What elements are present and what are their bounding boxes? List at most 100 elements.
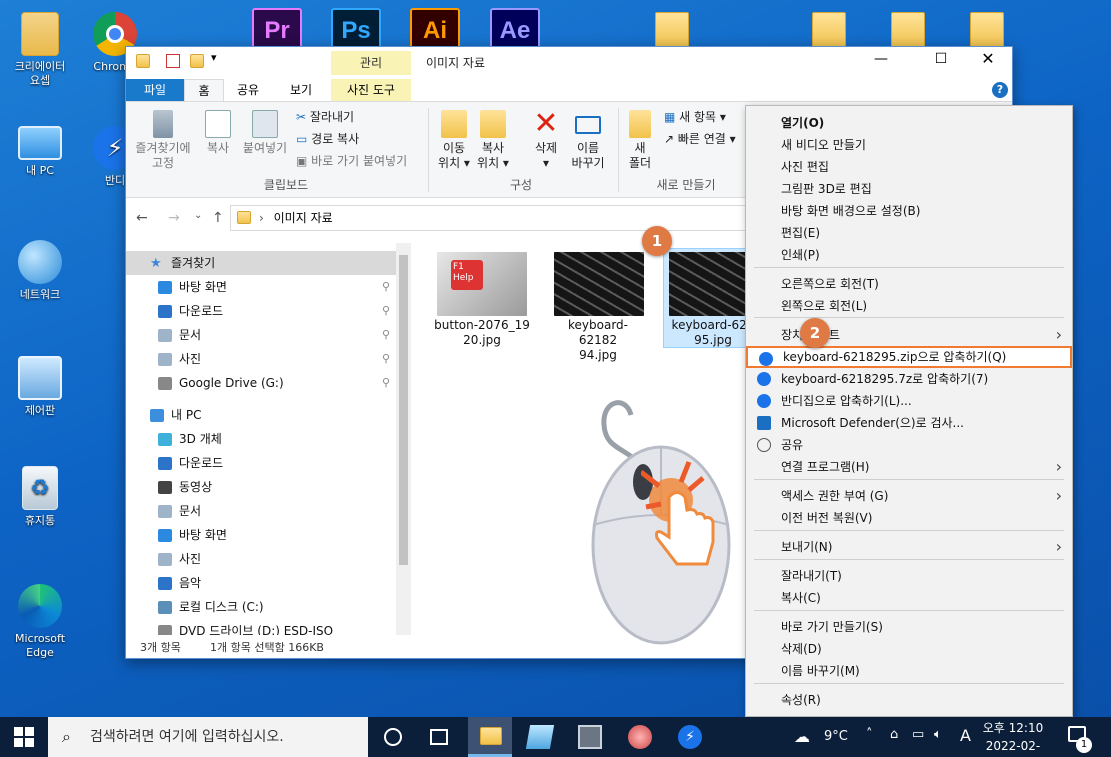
nav-item[interactable]: DVD 드라이브 (D:) ESD-ISO (126, 619, 396, 635)
context-menu-item[interactable]: 잘라내기(T) (746, 565, 1072, 587)
quick-access-properties-icon[interactable] (166, 54, 180, 68)
nav-item[interactable]: 3D 개체 (126, 427, 396, 451)
context-menu-item[interactable]: 바로 가기 만들기(S) (746, 616, 1072, 638)
file-name[interactable]: button-2076_19 20.jpg (434, 318, 530, 348)
calculator-taskbar-icon[interactable] (578, 725, 602, 749)
forward-button[interactable]: → (168, 210, 180, 226)
context-menu-item[interactable]: 삭제(D) (746, 638, 1072, 660)
tab-view[interactable]: 보기 (281, 79, 321, 101)
context-menu-item[interactable]: 연결 프로그램(H) › (746, 456, 1072, 478)
cortana-button[interactable] (384, 728, 402, 746)
context-menu-item[interactable]: 편집(E) (746, 222, 1072, 244)
context-menu-item[interactable]: 공유 (746, 434, 1072, 456)
context-menu-item[interactable]: 왼쪽으로 회전(L) (746, 295, 1072, 317)
desktop-folder-icon[interactable] (812, 12, 846, 50)
tab-home[interactable]: 홈 (184, 79, 224, 102)
tab-file[interactable]: 파일 (126, 79, 184, 101)
tray-meet-icon[interactable]: ⌂ (890, 727, 898, 742)
context-menu-item[interactable]: keyboard-6218295.7z로 압축하기(7) (746, 368, 1072, 390)
desktop-icon-network[interactable]: 네트워크 (5, 240, 75, 302)
taskbar-search-box[interactable]: ⌕ 검색하려면 여기에 입력하십시오. (48, 717, 368, 757)
nav-item[interactable]: 사진 ⚲ (126, 347, 396, 371)
task-view-button[interactable] (430, 729, 448, 745)
ime-indicator[interactable]: A (960, 726, 971, 745)
context-menu-item[interactable]: 속성(R) (746, 689, 1072, 711)
nav-item[interactable]: ★ 즐겨찾기 (126, 251, 396, 275)
maximize-button[interactable]: ☐ (921, 51, 961, 67)
context-menu-item[interactable]: 사진 편집 (746, 156, 1072, 178)
move-to-button[interactable]: 이동 위치 ▾ (436, 110, 472, 171)
context-menu-item[interactable]: 그림판 3D로 편집 (746, 178, 1072, 200)
paste-button[interactable]: 붙여넣기 (240, 110, 290, 156)
desktop-folder-icon[interactable] (655, 12, 689, 50)
context-menu-item[interactable]: 열기(O) (746, 112, 1072, 134)
clock[interactable]: 오후 12:10 2022-02-13 (980, 719, 1046, 757)
quick-access-dropdown-icon[interactable]: ▾ (211, 51, 217, 64)
copy-to-button[interactable]: 복사 위치 ▾ (475, 110, 511, 171)
paste-shortcut-button[interactable]: ▣ 바로 가기 붙여넣기 (296, 154, 407, 169)
nav-item[interactable]: 동영상 (126, 475, 396, 499)
tab-picture-tools[interactable]: 사진 도구 (331, 79, 411, 101)
file-thumbnail-button[interactable]: F1 Help (437, 252, 527, 316)
address-bar[interactable]: › 이미지 자료 (230, 205, 750, 231)
after-effects-icon[interactable]: Ae (490, 8, 540, 50)
nav-item[interactable]: 바탕 화면 (126, 523, 396, 547)
file-thumbnail-keyboard[interactable] (554, 252, 644, 316)
desktop-icon-mypc[interactable]: 내 PC (5, 126, 75, 178)
nav-item[interactable]: 다운로드 ⚲ (126, 299, 396, 323)
rename-button[interactable]: 이름 바꾸기 (568, 110, 608, 171)
bandizip-taskbar-icon[interactable]: ⚡ (678, 725, 702, 749)
desktop-folder-icon[interactable] (970, 12, 1004, 50)
context-menu-item[interactable]: 오른쪽으로 회전(T) (746, 273, 1072, 295)
context-menu-item[interactable]: 액세스 권한 부여 (G) › (746, 485, 1072, 507)
weather-temperature[interactable]: 9°C (824, 729, 848, 744)
notepad-taskbar-icon[interactable] (525, 725, 555, 749)
nav-item[interactable]: 바탕 화면 ⚲ (126, 275, 396, 299)
quick-access-newfolder-icon[interactable] (190, 54, 204, 68)
context-menu-item[interactable]: 장치 캐스트› (746, 324, 1072, 346)
context-menu-item[interactable]: 인쇄(P) (746, 244, 1072, 266)
context-menu-item[interactable]: 새 비디오 만들기 (746, 134, 1072, 156)
explorer-taskbar-button[interactable] (468, 717, 512, 757)
minimize-button[interactable]: — (861, 51, 901, 67)
cut-button[interactable]: ✂ 잘라내기 (296, 110, 354, 125)
nav-item[interactable]: 문서 (126, 499, 396, 523)
nav-item[interactable]: Google Drive (G:) ⚲ (126, 371, 396, 395)
back-button[interactable]: ← (136, 210, 148, 226)
photoshop-icon[interactable]: Ps (331, 8, 381, 50)
context-menu-item[interactable]: 이름 바꾸기(M) (746, 660, 1072, 682)
snipping-taskbar-icon[interactable] (628, 725, 652, 749)
illustrator-icon[interactable]: Ai (410, 8, 460, 50)
desktop-icon-creator[interactable]: 크리에이터 요셉 (5, 12, 75, 88)
tray-volume-icon[interactable]: 🔈︎ (934, 727, 942, 742)
desktop-folder-icon[interactable] (891, 12, 925, 50)
tray-network-icon[interactable]: ▭ (912, 727, 924, 742)
file-name[interactable]: keyboard-62182 94.jpg (550, 318, 646, 363)
easy-access-button[interactable]: ↗ 빠른 연결 ▾ (664, 132, 736, 147)
nav-scroll-thumb[interactable] (399, 255, 408, 565)
context-menu-item[interactable]: 이전 버전 복원(V) (746, 507, 1072, 529)
close-button[interactable]: ✕ (966, 49, 1010, 68)
nav-item[interactable]: 로컬 디스크 (C:) (126, 595, 396, 619)
help-icon[interactable]: ? (992, 82, 1008, 98)
manage-tab-group[interactable]: 관리 (331, 51, 411, 75)
premiere-icon[interactable]: Pr (252, 8, 302, 50)
nav-item[interactable]: 내 PC (126, 403, 396, 427)
context-menu-item[interactable]: 복사(C) (746, 587, 1072, 609)
desktop-icon-edge[interactable]: Microsoft Edge (5, 584, 75, 660)
nav-item[interactable]: 문서 ⚲ (126, 323, 396, 347)
recent-dropdown[interactable]: ⌄ (194, 210, 202, 221)
context-menu-item[interactable]: 바탕 화면 배경으로 설정(B) (746, 200, 1072, 222)
copy-path-button[interactable]: ▭ 경로 복사 (296, 132, 359, 147)
zip-compress-menu-item[interactable]: keyboard-6218295.zip으로 압축하기(Q) (746, 346, 1072, 368)
nav-item[interactable]: 음악 (126, 571, 396, 595)
up-button[interactable]: ↑ (212, 210, 224, 226)
tray-chevron-icon[interactable]: ˄ (866, 727, 873, 742)
copy-button[interactable]: 복사 (200, 110, 236, 156)
context-menu-item[interactable]: 보내기(N) › (746, 536, 1072, 558)
new-item-button[interactable]: ▦ 새 항목 ▾ (664, 110, 726, 125)
delete-button[interactable]: ✕ 삭제 ▾ (529, 109, 563, 171)
nav-item[interactable]: 다운로드 (126, 451, 396, 475)
nav-scrollbar[interactable] (396, 243, 411, 635)
desktop-icon-recycle-bin[interactable]: ♻ 휴지통 (5, 466, 75, 528)
